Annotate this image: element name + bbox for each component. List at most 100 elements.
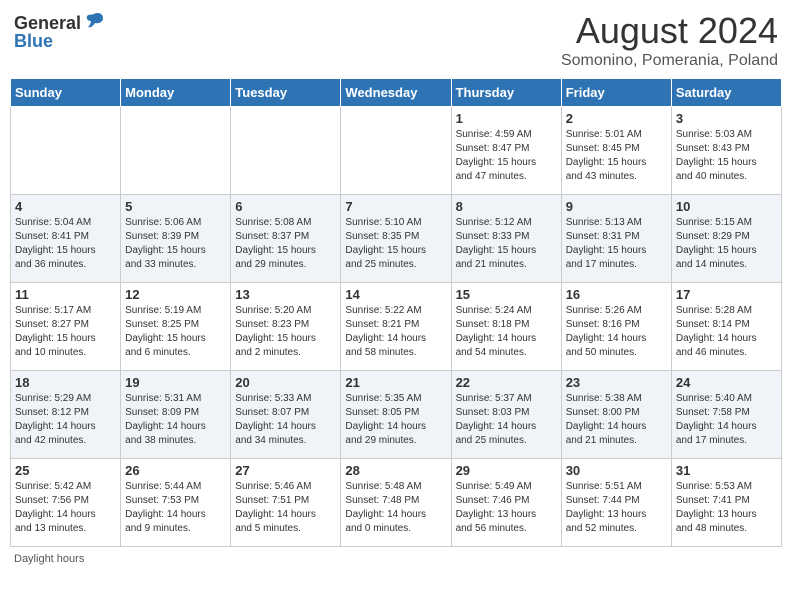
day-info: Sunrise: 5:38 AM Sunset: 8:00 PM Dayligh…: [566, 392, 667, 448]
calendar-cell: 24Sunrise: 5:40 AM Sunset: 7:58 PM Dayli…: [671, 371, 781, 459]
bird-icon: [83, 10, 105, 32]
location-title: Somonino, Pomerania, Poland: [561, 52, 778, 70]
day-info: Sunrise: 5:35 AM Sunset: 8:05 PM Dayligh…: [345, 392, 446, 448]
header: General Blue August 2024 Somonino, Pomer…: [10, 10, 782, 70]
day-info: Sunrise: 5:13 AM Sunset: 8:31 PM Dayligh…: [566, 216, 667, 272]
day-info: Sunrise: 5:01 AM Sunset: 8:45 PM Dayligh…: [566, 128, 667, 184]
day-info: Sunrise: 5:19 AM Sunset: 8:25 PM Dayligh…: [125, 304, 226, 360]
calendar-cell: 6 Sunrise: 5:08 AM Sunset: 8:37 PM Daylig…: [231, 195, 341, 283]
day-number: 3: [676, 111, 777, 126]
day-number: 1: [456, 111, 557, 126]
day-number: 17: [676, 287, 777, 302]
calendar-cell: 17 Sunrise: 5:28 AM Sunset: 8:14 PM Dayli…: [671, 283, 781, 371]
calendar-row: 11 Sunrise: 5:17 AM Sunset: 8:27 PM Dayli…: [11, 283, 782, 371]
day-number: 13: [235, 287, 336, 302]
logo: General Blue: [14, 10, 105, 52]
calendar-cell: 2Sunrise: 5:01 AM Sunset: 8:45 PM Daylig…: [561, 107, 671, 195]
day-number: 8: [456, 199, 557, 214]
day-number: 26: [125, 463, 226, 478]
calendar-cell: 21 Sunrise: 5:35 AM Sunset: 8:05 PM Dayli…: [341, 371, 451, 459]
day-info: Sunrise: 5:06 AM Sunset: 8:39 PM Dayligh…: [125, 216, 226, 272]
day-info: Sunrise: 5:51 AM Sunset: 7:44 PM Dayligh…: [566, 480, 667, 536]
footer-note: Daylight hours: [10, 553, 782, 565]
calendar-cell: 19 Sunrise: 5:31 AM Sunset: 8:09 PM Dayli…: [121, 371, 231, 459]
day-info: Sunrise: 5:49 AM Sunset: 7:46 PM Dayligh…: [456, 480, 557, 536]
day-info: Sunrise: 5:20 AM Sunset: 8:23 PM Dayligh…: [235, 304, 336, 360]
calendar-cell: 31Sunrise: 5:53 AM Sunset: 7:41 PM Dayli…: [671, 459, 781, 547]
title-area: August 2024 Somonino, Pomerania, Poland: [561, 10, 778, 70]
day-number: 18: [15, 375, 116, 390]
day-info: Sunrise: 5:29 AM Sunset: 8:12 PM Dayligh…: [15, 392, 116, 448]
calendar-cell: [121, 107, 231, 195]
calendar-cell: 8 Sunrise: 5:12 AM Sunset: 8:33 PM Daylig…: [451, 195, 561, 283]
header-row: SundayMondayTuesdayWednesdayThursdayFrid…: [11, 79, 782, 107]
logo-blue-text: Blue: [14, 31, 53, 52]
calendar-cell: 23 Sunrise: 5:38 AM Sunset: 8:00 PM Dayli…: [561, 371, 671, 459]
day-info: Sunrise: 5:31 AM Sunset: 8:09 PM Dayligh…: [125, 392, 226, 448]
day-number: 28: [345, 463, 446, 478]
calendar-cell: 16 Sunrise: 5:26 AM Sunset: 8:16 PM Dayli…: [561, 283, 671, 371]
calendar-cell: 5 Sunrise: 5:06 AM Sunset: 8:39 PM Daylig…: [121, 195, 231, 283]
month-title: August 2024: [561, 10, 778, 52]
day-number: 10: [676, 199, 777, 214]
day-number: 31: [676, 463, 777, 478]
calendar-cell: 29 Sunrise: 5:49 AM Sunset: 7:46 PM Dayli…: [451, 459, 561, 547]
day-info: Sunrise: 5:26 AM Sunset: 8:16 PM Dayligh…: [566, 304, 667, 360]
day-info: Sunrise: 5:03 AM Sunset: 8:43 PM Dayligh…: [676, 128, 777, 184]
day-info: Sunrise: 5:28 AM Sunset: 8:14 PM Dayligh…: [676, 304, 777, 360]
day-info: Sunrise: 5:46 AM Sunset: 7:51 PM Dayligh…: [235, 480, 336, 536]
day-info: Sunrise: 5:24 AM Sunset: 8:18 PM Dayligh…: [456, 304, 557, 360]
header-day: Sunday: [11, 79, 121, 107]
day-number: 15: [456, 287, 557, 302]
day-number: 27: [235, 463, 336, 478]
day-number: 7: [345, 199, 446, 214]
day-info: Sunrise: 5:15 AM Sunset: 8:29 PM Dayligh…: [676, 216, 777, 272]
day-info: Sunrise: 5:08 AM Sunset: 8:37 PM Dayligh…: [235, 216, 336, 272]
header-day: Saturday: [671, 79, 781, 107]
header-day: Wednesday: [341, 79, 451, 107]
calendar-row: 18 Sunrise: 5:29 AM Sunset: 8:12 PM Dayli…: [11, 371, 782, 459]
day-number: 6: [235, 199, 336, 214]
calendar-cell: 15 Sunrise: 5:24 AM Sunset: 8:18 PM Dayli…: [451, 283, 561, 371]
day-info: Sunrise: 5:33 AM Sunset: 8:07 PM Dayligh…: [235, 392, 336, 448]
header-day: Monday: [121, 79, 231, 107]
day-info: Sunrise: 5:22 AM Sunset: 8:21 PM Dayligh…: [345, 304, 446, 360]
day-info: Sunrise: 5:12 AM Sunset: 8:33 PM Dayligh…: [456, 216, 557, 272]
day-number: 4: [15, 199, 116, 214]
calendar-cell: 1 Sunrise: 4:59 AM Sunset: 8:47 PM Daylig…: [451, 107, 561, 195]
day-info: Sunrise: 5:48 AM Sunset: 7:48 PM Dayligh…: [345, 480, 446, 536]
day-number: 11: [15, 287, 116, 302]
day-number: 12: [125, 287, 226, 302]
calendar-cell: [11, 107, 121, 195]
day-number: 5: [125, 199, 226, 214]
day-number: 29: [456, 463, 557, 478]
day-number: 30: [566, 463, 667, 478]
day-info: Sunrise: 5:04 AM Sunset: 8:41 PM Dayligh…: [15, 216, 116, 272]
calendar-cell: 3 Sunrise: 5:03 AM Sunset: 8:43 PM Daylig…: [671, 107, 781, 195]
calendar-cell: 26 Sunrise: 5:44 AM Sunset: 7:53 PM Dayli…: [121, 459, 231, 547]
day-number: 22: [456, 375, 557, 390]
day-number: 23: [566, 375, 667, 390]
calendar-cell: [341, 107, 451, 195]
day-info: Sunrise: 5:10 AM Sunset: 8:35 PM Dayligh…: [345, 216, 446, 272]
day-number: 19: [125, 375, 226, 390]
day-number: 16: [566, 287, 667, 302]
day-info: Sunrise: 5:42 AM Sunset: 7:56 PM Dayligh…: [15, 480, 116, 536]
header-day: Tuesday: [231, 79, 341, 107]
calendar-cell: 11 Sunrise: 5:17 AM Sunset: 8:27 PM Dayli…: [11, 283, 121, 371]
calendar-cell: 10 Sunrise: 5:15 AM Sunset: 8:29 PM Dayli…: [671, 195, 781, 283]
day-number: 21: [345, 375, 446, 390]
header-day: Thursday: [451, 79, 561, 107]
day-info: Sunrise: 5:17 AM Sunset: 8:27 PM Dayligh…: [15, 304, 116, 360]
calendar-row: 25Sunrise: 5:42 AM Sunset: 7:56 PM Dayli…: [11, 459, 782, 547]
day-number: 9: [566, 199, 667, 214]
calendar-cell: 28 Sunrise: 5:48 AM Sunset: 7:48 PM Dayli…: [341, 459, 451, 547]
calendar-table: SundayMondayTuesdayWednesdayThursdayFrid…: [10, 78, 782, 547]
day-info: Sunrise: 4:59 AM Sunset: 8:47 PM Dayligh…: [456, 128, 557, 184]
calendar-row: 1 Sunrise: 4:59 AM Sunset: 8:47 PM Daylig…: [11, 107, 782, 195]
calendar-cell: 4 Sunrise: 5:04 AM Sunset: 8:41 PM Daylig…: [11, 195, 121, 283]
calendar-cell: 13 Sunrise: 5:20 AM Sunset: 8:23 PM Dayli…: [231, 283, 341, 371]
calendar-cell: 7 Sunrise: 5:10 AM Sunset: 8:35 PM Daylig…: [341, 195, 451, 283]
calendar-cell: [231, 107, 341, 195]
day-info: Sunrise: 5:44 AM Sunset: 7:53 PM Dayligh…: [125, 480, 226, 536]
